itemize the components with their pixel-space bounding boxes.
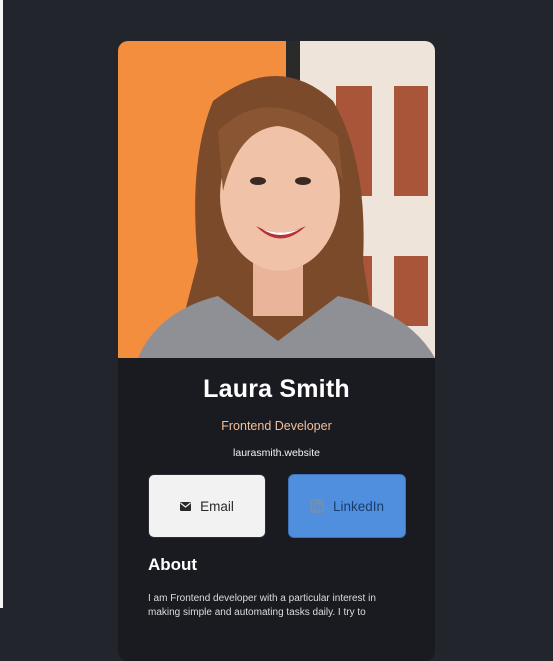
profile-title: Frontend Developer: [221, 419, 332, 433]
about-section: About I am Frontend developer with a par…: [118, 555, 435, 620]
profile-website-link[interactable]: laurasmith.website: [118, 447, 435, 459]
profile-photo: [118, 41, 435, 358]
about-heading: About: [148, 555, 198, 574]
linkedin-icon: [309, 499, 324, 513]
profile-name: Laura Smith: [203, 375, 350, 403]
page-edge: [0, 0, 3, 608]
linkedin-button[interactable]: LinkedIn: [288, 474, 406, 538]
portrait-image: [118, 41, 435, 358]
email-button-label: Email: [200, 498, 234, 514]
about-text: I am Frontend developer with a particula…: [148, 593, 376, 618]
profile-info: Laura Smith Frontend Developer laurasmit…: [118, 358, 435, 459]
contact-buttons: Email LinkedIn: [118, 474, 435, 540]
envelope-icon: [180, 501, 192, 511]
profile-card: Laura Smith Frontend Developer laurasmit…: [118, 41, 435, 661]
linkedin-button-label: LinkedIn: [332, 498, 385, 514]
email-button[interactable]: Email: [148, 474, 266, 538]
